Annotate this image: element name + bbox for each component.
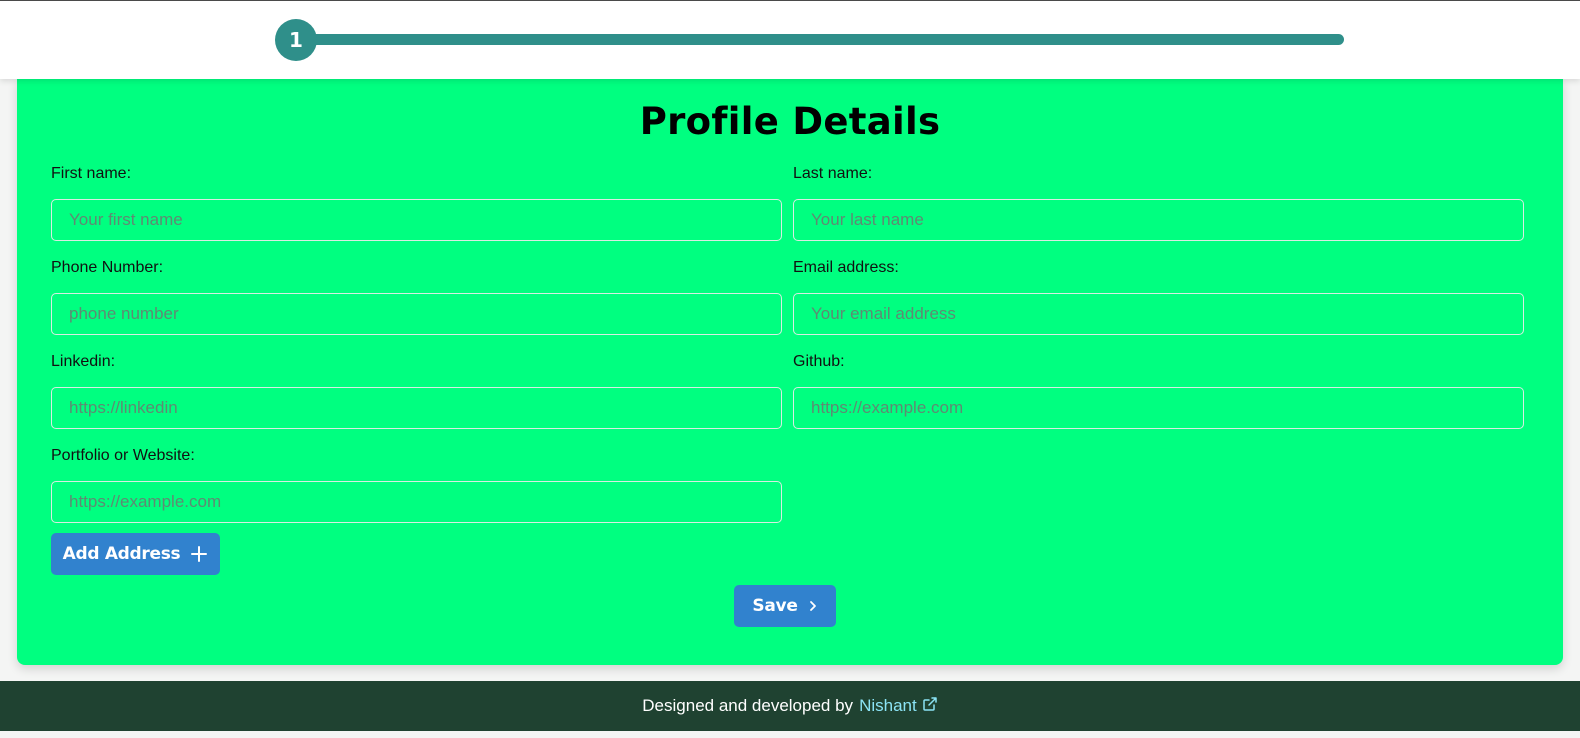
chevron-right-icon [808,600,818,612]
progress-header: 1 [0,0,1580,79]
email-label: Email address: [793,259,899,276]
footer-text: Designed and developed by [642,696,854,715]
add-address-label: Add Address [62,544,181,564]
first-name-label: First name: [51,165,132,182]
phone-number-input[interactable] [51,293,782,335]
last-name-label: Last name: [793,165,873,182]
save-button[interactable]: Save [734,585,836,627]
plus-icon [190,545,208,563]
external-link-icon [922,696,938,717]
portfolio-label: Portfolio or Website: [51,447,195,464]
author-link[interactable]: Nishant [859,696,938,717]
add-address-button[interactable]: Add Address [51,533,220,575]
email-input[interactable] [793,293,1524,335]
portfolio-input[interactable] [51,481,782,523]
github-input[interactable] [793,387,1524,429]
save-label: Save [752,596,798,616]
first-name-input[interactable] [51,199,782,241]
linkedin-input[interactable] [51,387,782,429]
author-name: Nishant [859,696,917,715]
linkedin-label: Linkedin: [51,353,116,370]
step-indicator: 1 [275,19,317,61]
github-label: Github: [793,353,845,370]
profile-form-card: Profile Details First name: Last name: P… [17,78,1563,665]
phone-number-label: Phone Number: [51,259,164,276]
last-name-input[interactable] [793,199,1524,241]
progress-bar [300,34,1344,45]
page-title: Profile Details [639,100,941,143]
footer: Designed and developed by Nishant [0,681,1580,731]
